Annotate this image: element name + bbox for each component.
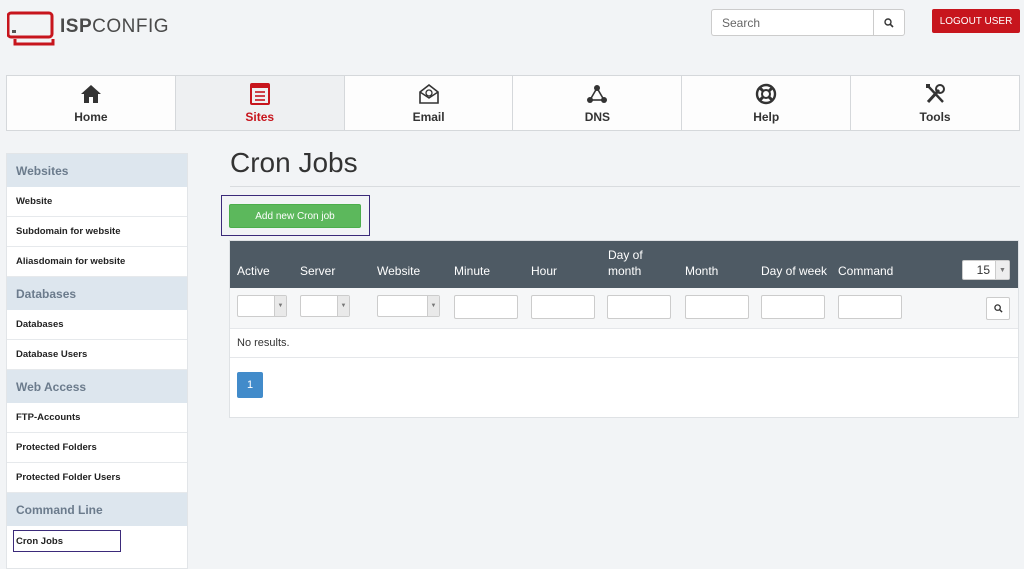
logout-button[interactable]: LOGOUT USER <box>932 9 1020 33</box>
search-input[interactable] <box>711 9 873 36</box>
tab-label: Tools <box>919 110 951 124</box>
table-header: Active Server Website Minute Hour Day of… <box>230 241 1018 288</box>
email-icon <box>418 83 439 104</box>
rows-per-page-value: 15 <box>976 263 990 277</box>
sidebar-item-subdomain[interactable]: Subdomain for website <box>7 217 187 247</box>
tab-dns[interactable]: DNS <box>513 76 683 130</box>
filter-website-select[interactable]: ▼ <box>377 295 440 317</box>
main-navigation: Home Sites Email DNS Help Tools <box>6 75 1020 131</box>
tab-sites[interactable]: Sites <box>175 76 345 130</box>
tab-label: DNS <box>584 110 611 124</box>
sidebar-item-databases[interactable]: Databases <box>7 310 187 340</box>
filter-day-of-week-input[interactable] <box>761 295 825 319</box>
column-day-of-week[interactable]: Day of week <box>761 263 827 279</box>
filter-month-input[interactable] <box>685 295 749 319</box>
filter-search-button[interactable] <box>986 297 1010 320</box>
column-command[interactable]: Command <box>838 263 893 279</box>
column-server[interactable]: Server <box>300 263 335 279</box>
tools-icon <box>926 84 946 104</box>
filter-server-select[interactable]: ▼ <box>300 295 350 317</box>
sidebar: Websites Website Subdomain for website A… <box>6 153 188 569</box>
sidebar-section-command-line: Command Line <box>7 493 187 526</box>
column-hour[interactable]: Hour <box>531 263 557 279</box>
sites-icon <box>249 83 270 105</box>
column-day-of-month[interactable]: Day of month <box>608 247 652 279</box>
sidebar-section-websites: Websites <box>7 154 187 187</box>
column-website[interactable]: Website <box>377 263 420 279</box>
sidebar-item-aliasdomain[interactable]: Aliasdomain for website <box>7 247 187 277</box>
tab-tools[interactable]: Tools <box>851 76 1019 130</box>
tab-label: Help <box>753 110 780 124</box>
tab-label: Sites <box>245 110 275 124</box>
search-icon <box>884 17 894 28</box>
chevron-down-icon: ▼ <box>995 261 1009 279</box>
search-icon <box>993 304 1003 313</box>
logo-mark-icon <box>6 11 55 46</box>
cron-jobs-table: Active Server Website Minute Hour Day of… <box>229 240 1019 418</box>
search-button[interactable] <box>873 9 905 36</box>
filter-command-input[interactable] <box>838 295 902 319</box>
filter-day-of-month-input[interactable] <box>607 295 671 319</box>
filter-row: ▼ ▼ ▼ <box>230 288 1018 329</box>
help-icon <box>756 83 777 105</box>
filter-active-select[interactable]: ▼ <box>237 295 287 317</box>
title-divider <box>230 186 1020 187</box>
dns-icon <box>587 85 608 103</box>
sidebar-section-web-access: Web Access <box>7 370 187 403</box>
no-results-message: No results. <box>230 329 1018 358</box>
sidebar-item-protected-folder-users[interactable]: Protected Folder Users <box>7 463 187 493</box>
page-title: Cron Jobs <box>230 147 358 178</box>
column-minute[interactable]: Minute <box>454 263 490 279</box>
tab-email[interactable]: Email <box>344 76 514 130</box>
chevron-down-icon: ▼ <box>274 296 286 316</box>
sidebar-item-cron-jobs[interactable]: Cron Jobs <box>11 528 123 554</box>
add-cron-job-button[interactable]: Add new Cron job <box>229 204 361 228</box>
chevron-down-icon: ▼ <box>337 296 349 316</box>
sidebar-item-website[interactable]: Website <box>7 187 187 217</box>
tab-label: Email <box>412 110 445 124</box>
sidebar-item-ftp-accounts[interactable]: FTP-Accounts <box>7 403 187 433</box>
rows-per-page-select[interactable]: 15 ▼ <box>962 260 1010 280</box>
column-active[interactable]: Active <box>237 263 270 279</box>
pagination-page-1[interactable]: 1 <box>237 372 263 398</box>
filter-minute-input[interactable] <box>454 295 518 319</box>
sidebar-item-protected-folders[interactable]: Protected Folders <box>7 433 187 463</box>
search-bar <box>711 9 905 36</box>
tab-help[interactable]: Help <box>682 76 852 130</box>
tab-label: Home <box>74 110 108 124</box>
column-month[interactable]: Month <box>685 263 718 279</box>
sidebar-section-databases: Databases <box>7 277 187 310</box>
chevron-down-icon: ▼ <box>427 296 439 316</box>
sidebar-item-database-users[interactable]: Database Users <box>7 340 187 370</box>
home-icon <box>80 85 101 103</box>
tab-home[interactable]: Home <box>7 76 176 130</box>
filter-hour-input[interactable] <box>531 295 595 319</box>
logo-text: ISPCONFIG <box>60 16 170 37</box>
